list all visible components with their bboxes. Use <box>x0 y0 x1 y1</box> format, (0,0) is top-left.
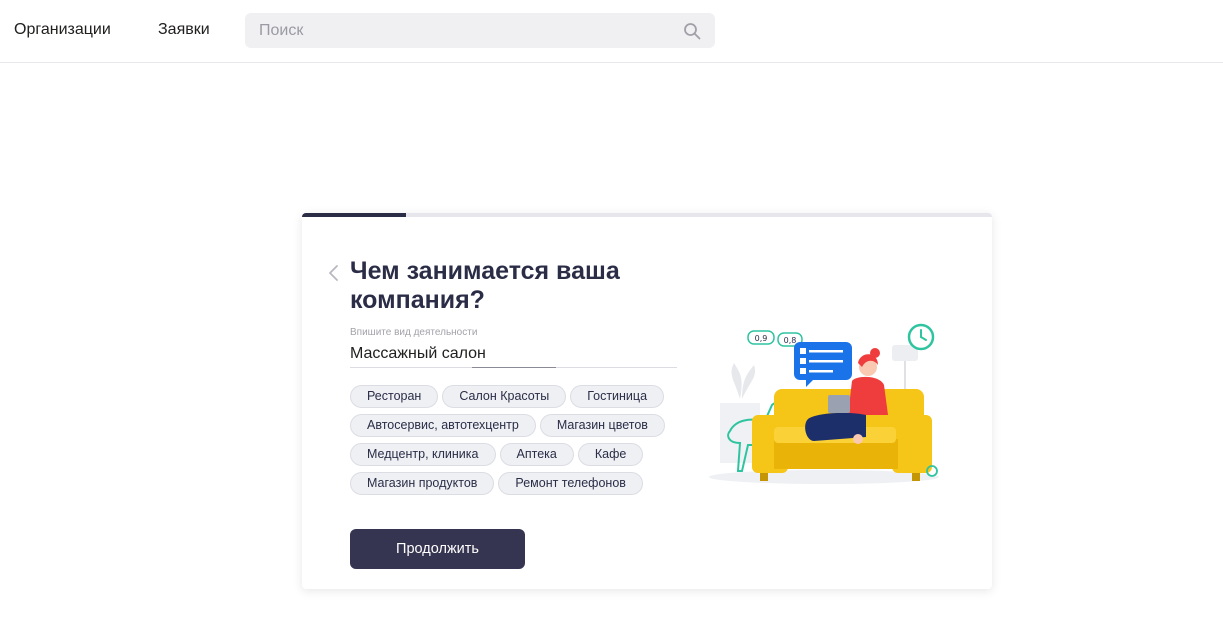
search-box[interactable] <box>245 13 715 48</box>
suggestion-chip[interactable]: Медцентр, клиника <box>350 443 496 466</box>
chip-row: Магазин продуктов Ремонт телефонов <box>350 472 690 495</box>
suggestion-chip[interactable]: Ремонт телефонов <box>498 472 643 495</box>
suggestion-chips: Ресторан Салон Красоты Гостиница Автосервис… <box>350 385 690 501</box>
woman-on-sofa-illustration: 0,9 0,8 <box>709 323 939 484</box>
rating-badge-1: 0,9 <box>755 334 768 343</box>
suggestion-chip[interactable]: Автосервис, автотехцентр <box>350 414 536 437</box>
rating-badge-2: 0,8 <box>784 336 797 345</box>
nav-organizations[interactable]: Организации <box>14 20 111 40</box>
suggestion-chip[interactable]: Салон Красоты <box>442 385 567 408</box>
suggestion-chip[interactable]: Магазин продуктов <box>350 472 495 495</box>
suggestion-chip[interactable]: Аптека <box>499 443 574 466</box>
chip-row: Автосервис, автотехцентр Магазин цветов <box>350 414 690 437</box>
page-title: Чем занимается ваша компания? <box>350 257 620 314</box>
suggestion-chip[interactable]: Магазин цветов <box>539 414 665 437</box>
chip-row: Медцентр, клиника Аптека Кафе <box>350 443 690 466</box>
chevron-left-icon[interactable] <box>326 263 342 283</box>
input-focus-underline <box>472 367 556 368</box>
suggestion-chip[interactable]: Гостиница <box>570 385 665 408</box>
progress-bar-fill <box>302 213 406 217</box>
suggestion-chip[interactable]: Ресторан <box>350 385 439 408</box>
continue-button[interactable]: Продолжить <box>350 529 525 569</box>
search-input[interactable] <box>245 13 675 48</box>
activity-input[interactable] <box>350 341 677 368</box>
suggestion-chip[interactable]: Кафе <box>577 443 644 466</box>
nav-applications[interactable]: Заявки <box>158 20 210 40</box>
onboarding-card: Чем занимается ваша компания? Впишите ви… <box>302 213 992 589</box>
top-bar: Организации Заявки <box>0 0 1223 63</box>
activity-field-label: Впишите вид деятельности <box>350 327 478 338</box>
search-icon[interactable] <box>683 22 701 40</box>
chip-row: Ресторан Салон Красоты Гостиница <box>350 385 690 408</box>
progress-bar <box>302 213 992 217</box>
